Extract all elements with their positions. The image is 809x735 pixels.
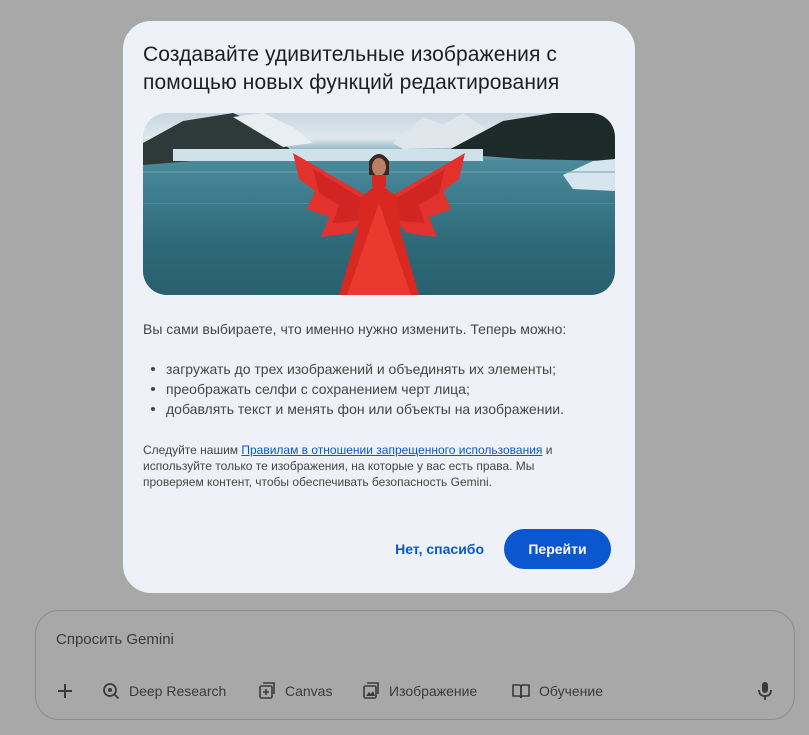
canvas-button[interactable]: Canvas (257, 675, 332, 707)
canvas-icon (259, 682, 275, 699)
no-thanks-button[interactable]: Нет, спасибо (395, 531, 484, 567)
page: Создавайте удивительные изображения с по… (0, 0, 809, 735)
feature-dialog: Создавайте удивительные изображения с по… (123, 21, 635, 593)
feature-list-item: добавлять текст и менять фон или объекты… (143, 399, 615, 419)
learning-button[interactable]: Обучение (511, 675, 603, 707)
feature-list-item: загружать до трех изображений и объединя… (143, 359, 615, 379)
canvas-label: Canvas (285, 683, 333, 699)
image-label: Изображение (389, 683, 478, 699)
prohibited-use-policy-link[interactable]: Правилам в отношении запрещенного исполь… (241, 443, 542, 457)
dialog-actions: Нет, спасибо Перейти (395, 529, 611, 569)
hero-illustration (143, 113, 615, 295)
prompt-box[interactable]: Спросить Gemini Deep Research Canvas Изо… (35, 610, 795, 720)
image-icon (363, 682, 379, 699)
policy-note: Следуйте нашим Правилам в отношении запр… (143, 442, 583, 490)
feature-list: загружать до трех изображений и объединя… (143, 359, 615, 419)
dialog-intro: Вы сами выбираете, что именно нужно изме… (143, 321, 567, 337)
deep-research-button[interactable]: Deep Research (101, 675, 226, 707)
plus-icon (58, 684, 72, 698)
add-button[interactable] (56, 675, 74, 707)
go-button[interactable]: Перейти (504, 529, 611, 569)
learning-label: Обучение (539, 683, 604, 699)
policy-prefix: Следуйте нашим (143, 443, 242, 457)
mic-button[interactable] (756, 681, 774, 706)
prompt-input[interactable]: Спросить Gemini (56, 631, 174, 648)
dialog-title: Создавайте удивительные изображения с по… (143, 43, 560, 94)
prompt-toolbar: Deep Research Canvas Изображение Обучени… (36, 675, 794, 707)
hero-image (143, 113, 615, 295)
deep-research-label: Deep Research (129, 683, 227, 699)
mic-icon (758, 682, 772, 700)
image-button[interactable]: Изображение (361, 675, 477, 707)
book-icon (512, 684, 530, 699)
deep-research-icon (103, 683, 120, 700)
feature-list-item: преображать селфи с сохранением черт лиц… (143, 379, 615, 399)
